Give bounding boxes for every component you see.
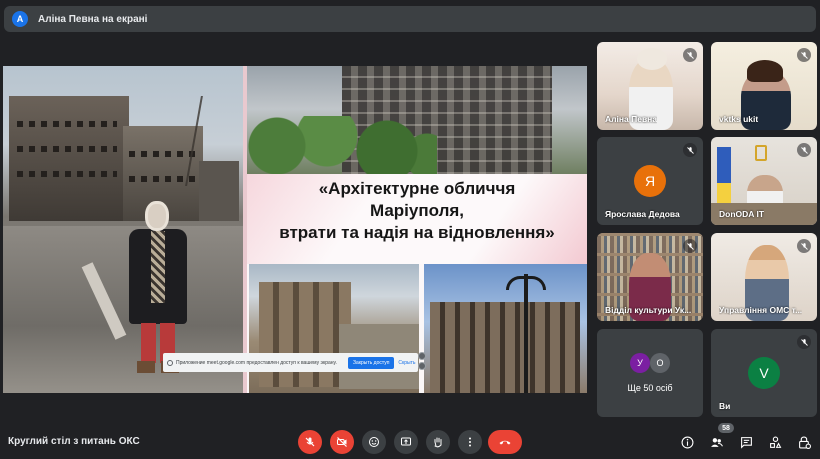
trident-emblem <box>755 145 767 161</box>
photo-burnt-tower <box>247 66 587 174</box>
participant-tile[interactable]: DonODA IT <box>711 137 817 225</box>
photo-ruined-building-child <box>3 66 243 393</box>
self-avatar: V <box>748 357 780 389</box>
notice-settings-icon[interactable] <box>418 362 426 370</box>
participant-name: Відділ культури Ук... <box>605 305 692 315</box>
participant-name: Аліна Певна <box>605 114 658 124</box>
more-participants-label: Ще 50 осіб <box>627 383 673 393</box>
more-avatar: У <box>630 353 650 373</box>
info-icon <box>167 359 173 366</box>
participant-name: DonODA IT <box>719 209 765 219</box>
meeting-details-button[interactable] <box>679 434 695 450</box>
info-icon <box>681 436 693 448</box>
reactions-button[interactable] <box>362 430 386 454</box>
more-options-button[interactable] <box>458 430 482 454</box>
slide-title: «Архітектурне обличчя Маріуполя, втрати … <box>257 174 577 244</box>
participant-name: vktks ukit <box>719 114 759 124</box>
participant-tile[interactable]: Управління ОМС т... <box>711 233 817 321</box>
participant-tile[interactable]: Аліна Певна <box>597 42 703 130</box>
mic-off-icon <box>797 335 811 349</box>
camera-off-icon <box>337 437 347 447</box>
participant-avatar: Я <box>634 165 666 197</box>
participant-tile[interactable]: Відділ культури Ук... <box>597 233 703 321</box>
sharing-notification: Приложение meet.google.com предоставлен … <box>163 353 418 372</box>
raise-hand-button[interactable] <box>426 430 450 454</box>
lock-person-icon <box>798 436 811 449</box>
camera-toggle-button[interactable] <box>330 430 354 454</box>
present-button[interactable] <box>394 430 418 454</box>
shapes-icon <box>769 436 781 448</box>
mic-off-icon <box>797 239 811 253</box>
mic-off-icon <box>683 239 697 253</box>
mic-toggle-button[interactable] <box>298 430 322 454</box>
hand-icon <box>434 437 442 448</box>
people-button[interactable] <box>708 434 724 450</box>
present-screen-icon <box>401 437 411 446</box>
presenter-text: Аліна Певна на екрані <box>38 13 148 25</box>
mic-off-icon <box>797 48 811 62</box>
more-participants-tile[interactable]: У О Ще 50 осіб <box>597 329 703 417</box>
activities-button[interactable] <box>767 434 783 450</box>
chat-icon <box>740 436 752 449</box>
stop-sharing-button[interactable]: Закрыть доступ <box>348 356 395 369</box>
more-vert-icon <box>469 437 471 447</box>
participant-name: Управління ОМС т... <box>719 305 803 315</box>
meeting-title: Круглий стіл з питань ОКС <box>8 436 140 447</box>
slide-title-line1: «Архітектурне обличчя <box>318 179 516 198</box>
participant-tile[interactable]: vktks ukit <box>711 42 817 130</box>
photo-ruin-lamppost <box>424 264 587 393</box>
self-tile[interactable]: V Ви <box>711 329 817 417</box>
shared-screen: «Архітектурне обличчя Маріуполя, втрати … <box>3 66 587 393</box>
mic-off-icon <box>683 143 697 157</box>
photo-old-facade <box>249 264 419 393</box>
more-avatar: О <box>650 353 670 373</box>
slide-title-line3: втрати та надія на відновлення» <box>279 223 555 242</box>
host-controls-button[interactable] <box>796 434 812 450</box>
presenter-banner: A Аліна Певна на екрані <box>4 6 816 32</box>
hide-notification-button[interactable]: Скрыть <box>398 360 415 366</box>
presenter-avatar: A <box>12 11 28 27</box>
child-figure <box>123 201 193 376</box>
slide: «Архітектурне обличчя Маріуполя, втрати … <box>247 66 587 393</box>
mic-off-icon <box>797 143 811 157</box>
people-icon <box>710 437 723 447</box>
slide-title-line2: Маріуполя, <box>369 201 465 220</box>
mic-off-icon <box>683 48 697 62</box>
notice-drag-icon[interactable] <box>418 352 426 360</box>
participant-name: Ярослава Дедова <box>605 209 680 219</box>
chat-button[interactable] <box>738 434 754 450</box>
mic-off-icon <box>305 437 315 447</box>
notice-controls <box>418 352 428 372</box>
emoji-icon <box>369 437 379 447</box>
leave-call-button[interactable] <box>488 430 522 454</box>
self-name: Ви <box>719 401 731 411</box>
sharing-notification-text: Приложение meet.google.com предоставлен … <box>176 359 337 366</box>
participant-count-badge: 58 <box>718 423 734 433</box>
hang-up-icon <box>499 440 511 445</box>
participant-tile[interactable]: Я Ярослава Дедова <box>597 137 703 225</box>
